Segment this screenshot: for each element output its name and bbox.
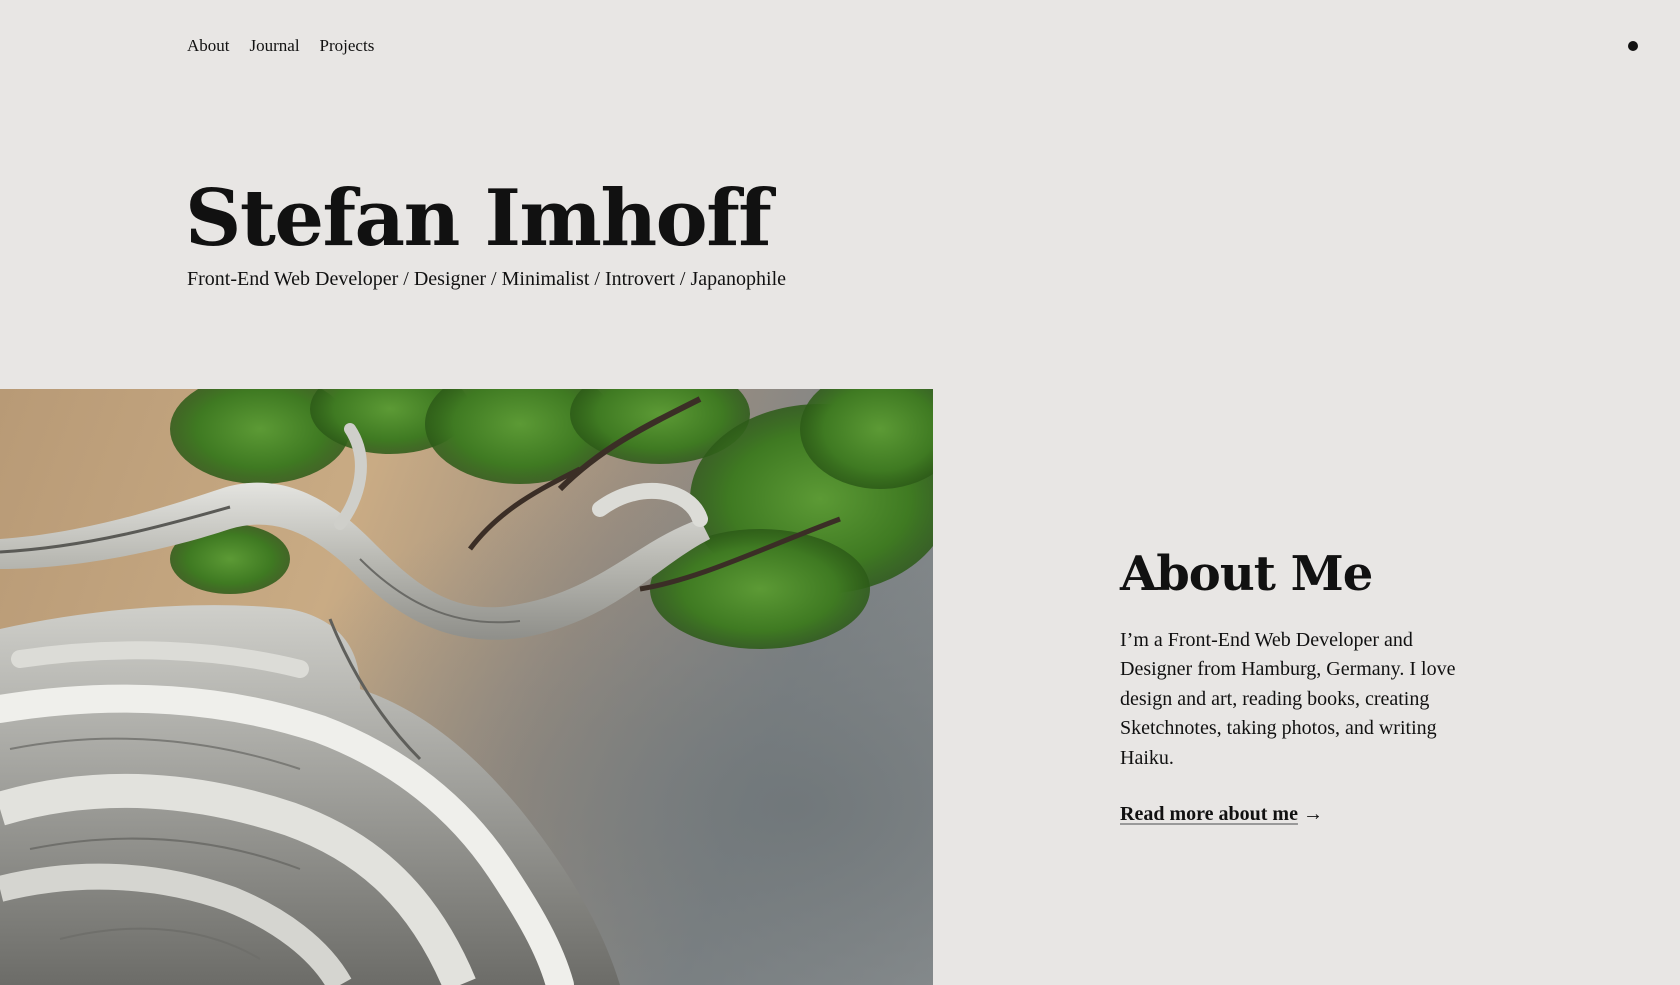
nav-item-about[interactable]: About [187, 36, 230, 56]
arrow-right-icon: → [1302, 803, 1323, 826]
nav-item-projects[interactable]: Projects [320, 36, 375, 56]
page: About Journal Projects Stefan Imhoff Fro… [0, 0, 1680, 985]
page-title: Stefan Imhoff [185, 173, 772, 264]
about-text: I’m a Front-End Web Developer and Design… [1120, 628, 1456, 769]
read-more-link[interactable]: Read more about me → [1120, 803, 1323, 826]
main-nav: About Journal Projects [187, 36, 374, 56]
about-section: About Me I’m a Front-End Web Developer a… [1120, 548, 1480, 826]
page-subtitle: Front-End Web Developer / Designer / Min… [187, 268, 787, 290]
bonsai-illustration [0, 389, 933, 985]
theme-toggle-dot-icon[interactable] [1628, 41, 1638, 51]
about-heading: About Me [1120, 546, 1373, 602]
bonsai-photo [0, 389, 933, 985]
nav-item-journal[interactable]: Journal [250, 36, 300, 56]
read-more-label: Read more about me [1120, 803, 1298, 826]
